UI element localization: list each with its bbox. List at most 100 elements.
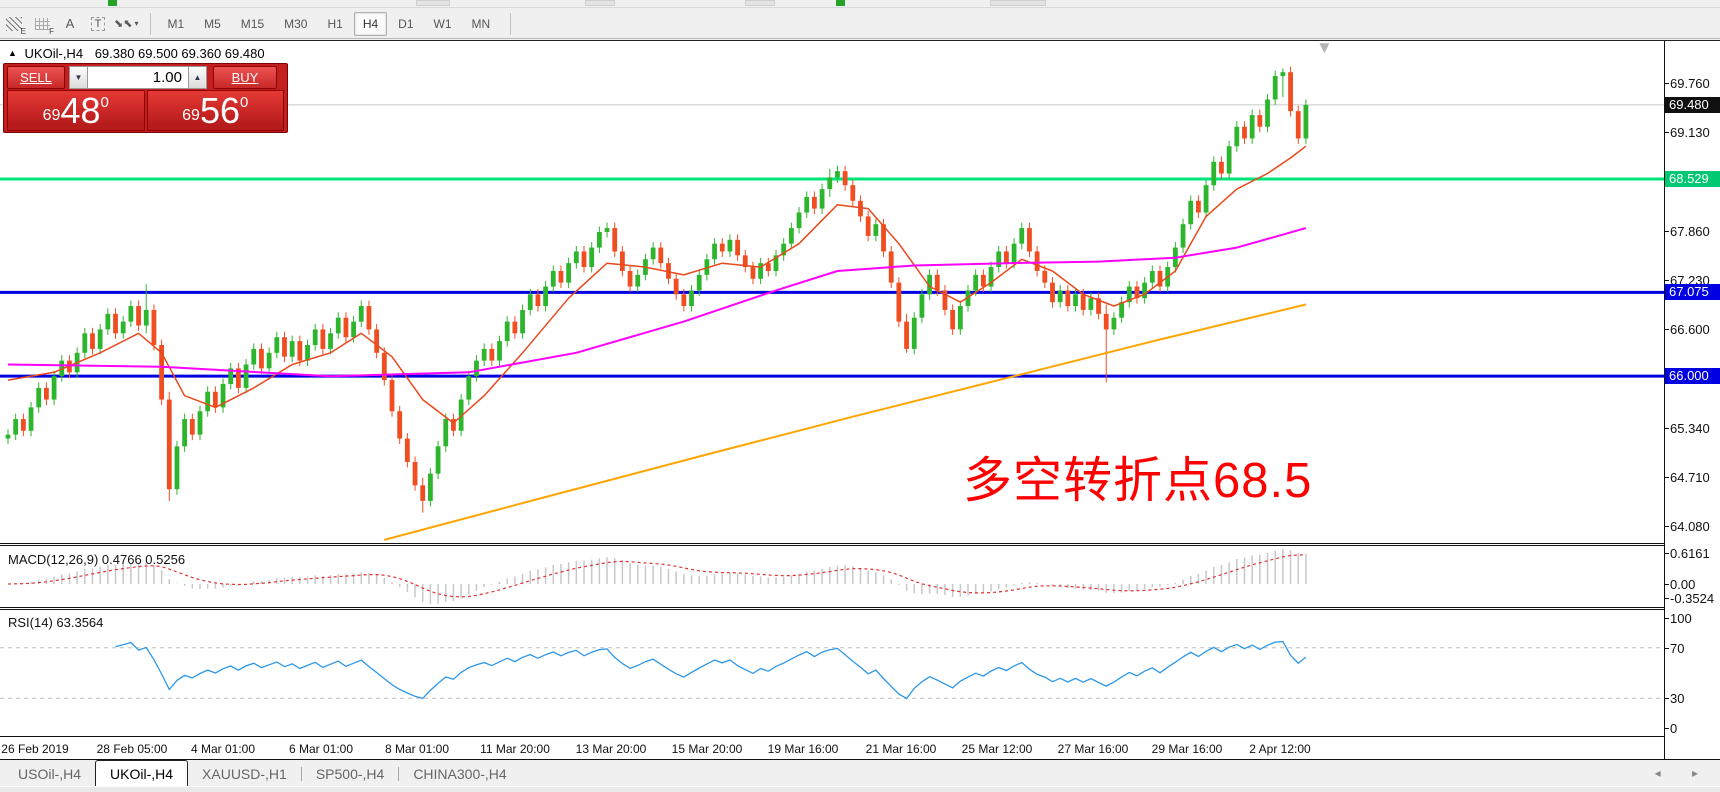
clipped-toolbar-row: [0, 0, 1720, 8]
time-label: 11 Mar 20:00: [480, 742, 550, 756]
chart-plot-region[interactable]: ▲ UKOil-,H4 69.380 69.500 69.360 69.480 …: [0, 41, 1664, 759]
symbol-tab-xauusdh1[interactable]: XAUUSD-,H1: [188, 762, 301, 786]
axis-tick-mark: [1665, 477, 1669, 478]
time-label: 19 Mar 16:00: [768, 742, 839, 756]
rsi-tick-0: 0: [1670, 721, 1677, 736]
time-axis[interactable]: 26 Feb 2019 28 Feb 05:00 4 Mar 01:00 6 Mar …: [0, 736, 1664, 759]
axis-tick-mark: [1665, 728, 1669, 729]
macd-signal-line: [8, 555, 1306, 597]
rsi-tick-30: 30: [1670, 691, 1684, 706]
axis-tick-mark: [1665, 231, 1669, 232]
timeframe-button-d1[interactable]: D1: [389, 12, 422, 36]
symbol-tab-sp500h4[interactable]: SP500-,H4: [302, 762, 398, 786]
timeframe-button-m1[interactable]: M1: [158, 12, 193, 36]
macd-tick-0.00: 0.00: [1670, 577, 1695, 592]
price-badge-67.075: 67.075: [1665, 284, 1720, 300]
volume-increase-button[interactable]: ▲: [188, 66, 207, 89]
chart-window: ▲ UKOil-,H4 69.380 69.500 69.360 69.480 …: [0, 40, 1720, 758]
symbol-tab-usoilh4[interactable]: USOil-,H4: [4, 762, 95, 786]
time-label: 4 Mar 01:00: [191, 742, 255, 756]
time-label: 26 Feb 2019: [1, 742, 68, 756]
axis-tick-mark: [1665, 584, 1669, 585]
price-badge-66.000: 66.000: [1665, 368, 1720, 384]
rsi-label: RSI(14) 63.3564: [8, 615, 103, 630]
timeframe-button-w1[interactable]: W1: [425, 12, 461, 36]
price-tick-69.760: 69.760: [1670, 76, 1710, 91]
collapse-arrow-icon[interactable]: ▲: [8, 48, 17, 58]
price-tick-64.080: 64.080: [1670, 519, 1710, 534]
symbol-tab-china300h4[interactable]: CHINA300-,H4: [399, 762, 520, 786]
clipped-icon: [836, 0, 845, 6]
axis-tick-mark: [1665, 428, 1669, 429]
price-tick-66.600: 66.600: [1670, 322, 1710, 337]
timeframe-button-mn[interactable]: MN: [463, 12, 500, 36]
axis-tick-mark: [1665, 83, 1669, 84]
text-label-tool-icon[interactable]: T: [85, 12, 111, 36]
axis-tick-mark: [1665, 526, 1669, 527]
text-tool-icon[interactable]: A: [57, 12, 83, 36]
timeframe-button-h4[interactable]: H4: [354, 12, 387, 36]
chart-annotation-text[interactable]: 多空转折点68.5: [963, 441, 1312, 512]
buy-button[interactable]: BUY: [213, 66, 277, 89]
sell-price-display[interactable]: 69480: [7, 90, 145, 131]
axis-tick-mark: [1665, 132, 1669, 133]
ma-fast[interactable]: [8, 146, 1306, 423]
axis-tick-mark: [1665, 598, 1669, 599]
macd-histogram: [8, 549, 1306, 604]
macd-label: MACD(12,26,9) 0.4766 0.5256: [8, 552, 185, 567]
clipped-button: [990, 0, 1046, 6]
axis-tick-mark: [1665, 698, 1669, 699]
axis-tick-mark: [1665, 280, 1669, 281]
time-label: 21 Mar 16:00: [866, 742, 937, 756]
crosshatch-tool-icon[interactable]: E: [1, 12, 27, 36]
tab-scroll-arrows[interactable]: ◂ ▸: [1655, 766, 1712, 780]
price-tick-67.860: 67.860: [1670, 224, 1710, 239]
toolbar-separator: [510, 13, 511, 35]
time-label: 15 Mar 20:00: [672, 742, 743, 756]
volume-input[interactable]: [88, 66, 188, 89]
sell-button[interactable]: SELL: [7, 66, 65, 89]
clipped-button: [416, 0, 450, 6]
price-badge-68.529: 68.529: [1665, 171, 1720, 187]
grid-tool-icon[interactable]: F: [29, 12, 55, 36]
rsi-indicator-canvas[interactable]: [0, 610, 1664, 736]
timeframe-button-m30[interactable]: M30: [275, 12, 316, 36]
time-label: 13 Mar 20:00: [576, 742, 647, 756]
time-label: 6 Mar 01:00: [289, 742, 353, 756]
time-label: 27 Mar 16:00: [1058, 742, 1129, 756]
axis-tick-mark: [1665, 329, 1669, 330]
time-label: 28 Feb 05:00: [97, 742, 168, 756]
price-tick-69.130: 69.130: [1670, 125, 1710, 140]
macd-indicator-canvas[interactable]: [0, 546, 1664, 607]
clipped-icon: [108, 0, 117, 6]
clipped-button: [745, 0, 775, 6]
time-label: 25 Mar 12:00: [962, 742, 1033, 756]
chart-tabbar: USOil-,H4UKOil-,H4XAUUSD-,H1SP500-,H4CHI…: [0, 759, 1720, 786]
timeframe-button-h1[interactable]: H1: [318, 12, 351, 36]
volume-decrease-button[interactable]: ▼: [69, 66, 88, 89]
rsi-tick-70: 70: [1670, 641, 1684, 656]
macd-tick--0.3524: -0.3524: [1670, 591, 1714, 606]
ma-mid[interactable]: [8, 228, 1306, 376]
rsi-line: [116, 642, 1306, 699]
axis-tick-mark: [1665, 618, 1669, 619]
timeframe-button-m5[interactable]: M5: [195, 12, 230, 36]
horizontal-lines: [0, 105, 1664, 376]
symbol-tab-ukoilh4[interactable]: UKOil-,H4: [95, 760, 188, 786]
price-tick-64.710: 64.710: [1670, 470, 1710, 485]
buy-price-display[interactable]: 69560: [147, 90, 285, 131]
price-tick-65.340: 65.340: [1670, 421, 1710, 436]
chart-shift-marker-icon[interactable]: ▼: [1316, 38, 1333, 58]
price-axis[interactable]: 69.76069.13067.86067.23066.60065.34064.7…: [1664, 41, 1720, 759]
toolbar-separator: [150, 13, 151, 35]
timeframe-button-m15[interactable]: M15: [232, 12, 273, 36]
price-badge-69.480: 69.480: [1665, 97, 1720, 113]
time-label: 2 Apr 12:00: [1249, 742, 1310, 756]
clipped-button: [585, 0, 615, 6]
time-label: 8 Mar 01:00: [385, 742, 449, 756]
macd-tick-0.6161: 0.6161: [1670, 546, 1710, 561]
timeframe-buttons: M1M5M15M30H1H4D1W1MN: [157, 12, 500, 36]
axis-tick-mark: [1665, 648, 1669, 649]
mt4-terminal: E F A T ⬊⬉▾ M1M5M15M30H1H4D1W1MN ▲ UKOil…: [0, 0, 1720, 792]
shapes-dropdown-icon[interactable]: ⬊⬉▾: [113, 12, 139, 36]
